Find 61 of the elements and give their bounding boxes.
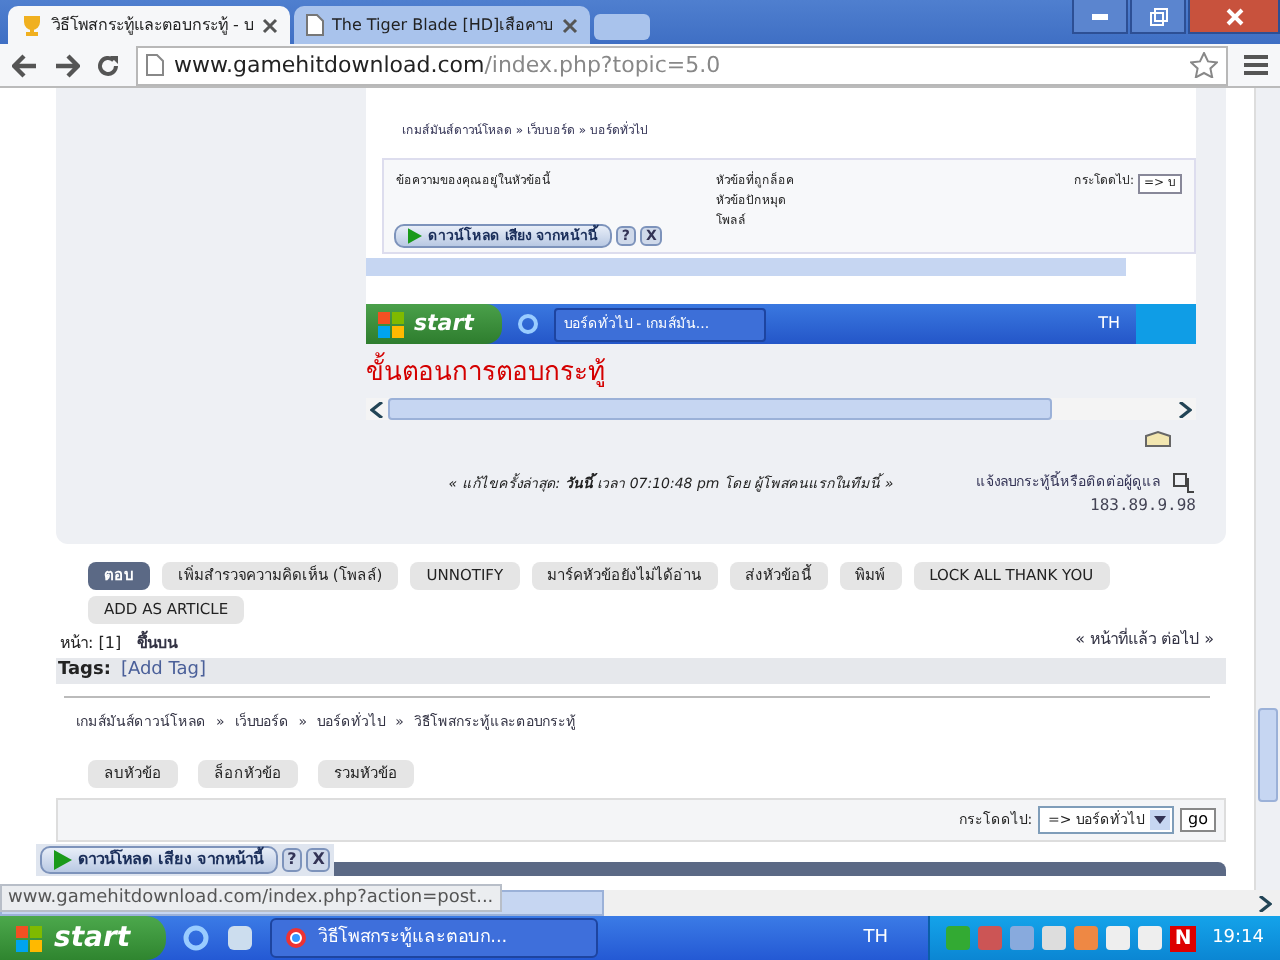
scroll-left-icon[interactable]	[370, 401, 384, 417]
close-icon[interactable]	[261, 17, 278, 33]
language-indicator: TH	[863, 927, 889, 949]
vertical-scrollbar[interactable]	[1254, 88, 1280, 890]
clock: 19:14	[1210, 927, 1264, 949]
browser-tab[interactable]: The Tiger Blade [HD]เสือคาบ	[293, 6, 590, 44]
round-logo-icon	[284, 926, 309, 950]
tray-icon[interactable]	[1106, 926, 1131, 950]
start-button[interactable]: start	[0, 916, 167, 960]
forward-icon[interactable]	[54, 53, 80, 77]
scroll-right-icon[interactable]	[1178, 401, 1192, 417]
play-icon	[54, 850, 72, 870]
close-button[interactable]: X	[306, 848, 331, 872]
reload-icon[interactable]	[96, 53, 120, 77]
url-path: /index.php?topic=5.0	[484, 51, 721, 78]
tray-icon[interactable]	[1138, 926, 1163, 950]
url-host: www.gamehitdownload.com	[174, 51, 485, 78]
menu-icon[interactable]	[1244, 54, 1268, 76]
help-button[interactable]: ?	[281, 848, 303, 872]
close-window-button[interactable]	[1188, 0, 1280, 34]
status-tooltip: www.gamehitdownload.com/index.php?action=post...	[0, 884, 502, 912]
minimize-icon	[1092, 13, 1108, 19]
trophy-icon	[20, 14, 44, 36]
report-icon[interactable]	[1172, 472, 1196, 494]
tray-icon[interactable]: N	[1170, 925, 1197, 951]
minimize-button[interactable]	[1072, 0, 1128, 34]
windows-logo-icon	[378, 311, 406, 337]
restore-icon	[1149, 7, 1167, 25]
tray-icon[interactable]	[1042, 926, 1067, 950]
page-nav[interactable]: « หน้าที่แล้ว ต่อไป »	[1075, 628, 1214, 654]
dropdown-icon	[1154, 816, 1167, 824]
star-icon[interactable]	[1190, 52, 1218, 78]
scroll-right-icon[interactable]	[1258, 895, 1272, 911]
windows-logo-icon	[16, 925, 44, 951]
address-bar[interactable]: www.gamehitdownload.com/index.php?topic=5.0	[136, 45, 1228, 85]
post-heading: ขั้นตอนการตอบกระทู้	[366, 344, 1196, 398]
page-icon	[146, 54, 164, 76]
tray-area	[1136, 304, 1196, 344]
language-indicator: TH	[1098, 314, 1120, 334]
play-icon	[408, 228, 422, 245]
download-audio-button[interactable]: ดาวน์โหลด เสียง จากหน้านี้	[40, 846, 278, 874]
page-icon	[305, 14, 324, 36]
tags-label: Tags:	[58, 660, 111, 682]
quote-icon[interactable]	[1144, 430, 1172, 452]
go-button[interactable]: go	[1180, 808, 1216, 832]
add-tag-link[interactable]: [Add Tag]	[120, 660, 206, 682]
restore-button[interactable]	[1130, 0, 1186, 34]
horizontal-scrollbar[interactable]	[366, 398, 1196, 420]
new-tab-button[interactable]	[593, 14, 650, 40]
start-button[interactable]: start	[366, 304, 502, 344]
browser-icon[interactable]	[182, 924, 211, 952]
app-icon[interactable]	[226, 924, 255, 952]
close-icon	[1225, 7, 1243, 25]
ip-address: 183.89.9.98	[1090, 496, 1196, 516]
back-icon[interactable]	[12, 53, 38, 77]
taskbar-button[interactable]: วิธีโพสกระทู้และตอบก...	[270, 918, 599, 958]
browser-tab[interactable]: วิธีโพสกระทู้และตอบกระทู้ - บ	[8, 6, 290, 44]
page-label: หน้า: [1]	[60, 632, 122, 654]
top-link[interactable]: ขึ้นบน	[137, 632, 178, 654]
browser-icon[interactable]	[517, 314, 538, 334]
close-icon[interactable]	[561, 17, 578, 33]
